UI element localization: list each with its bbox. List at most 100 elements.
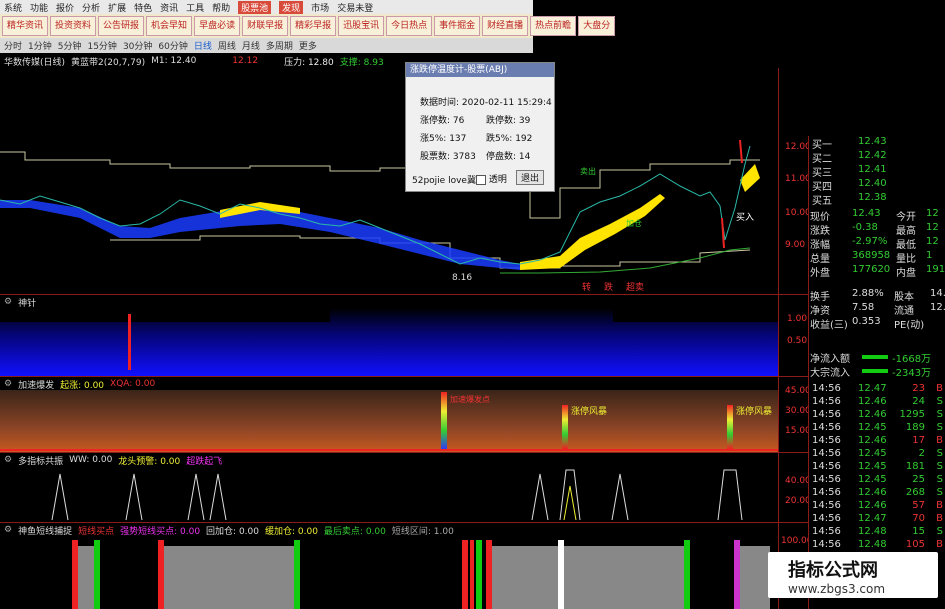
- stat-row: 总量 368958 量比 1: [808, 250, 945, 265]
- nav-button[interactable]: 精彩早报: [290, 16, 337, 36]
- tick-side: B: [936, 500, 943, 511]
- period-tab[interactable]: 更多: [299, 39, 317, 52]
- nav-button[interactable]: 热点前瞻: [530, 16, 577, 36]
- stat-val2: 12: [926, 222, 939, 233]
- period-tab[interactable]: 月线: [242, 39, 260, 52]
- tick-volume: 17: [912, 435, 925, 446]
- panel4-header: ⚙ 神鱼短线捕捉 短线买点 强势短线买点: 0.00 回加仓: 0.00 缓加仓…: [0, 524, 454, 537]
- bar-red-3: [462, 540, 468, 609]
- period-tab[interactable]: 1分钟: [28, 39, 52, 52]
- nav-button[interactable]: 公告研报: [98, 16, 145, 36]
- v1-value: 12.12: [232, 56, 259, 66]
- tick-time: 14:56: [812, 539, 841, 550]
- checkbox-box[interactable]: [476, 174, 486, 185]
- tick-volume: 189: [905, 422, 925, 433]
- period-tab[interactable]: 60分钟: [158, 39, 187, 52]
- tick-price: 12.48: [858, 526, 887, 537]
- menu-item[interactable]: 功能: [30, 1, 48, 14]
- nav-button[interactable]: 精华资讯: [2, 16, 49, 36]
- gear-icon[interactable]: ⚙: [4, 297, 12, 307]
- period-tab[interactable]: 30分钟: [123, 39, 152, 52]
- panel3-header: ⚙ 多指标共振 WW: 0.00 龙头预警: 0.00 超跌起飞: [0, 454, 222, 467]
- panel2-header: ⚙ 加速爆发 起涨: 0.00 XQA: 0.00: [0, 378, 156, 391]
- panel3-dragon: 龙头预警: 0.00: [118, 456, 181, 467]
- menu-item[interactable]: 特色: [134, 1, 152, 14]
- tick-row: 14:56 12.45 2 S: [808, 448, 945, 461]
- tick-time: 14:56: [812, 487, 841, 498]
- nav-button[interactable]: 财经直播: [482, 16, 529, 36]
- nav-button[interactable]: 早盘必读: [194, 16, 241, 36]
- menu-item[interactable]: 市场: [311, 1, 329, 14]
- stat-val: -2.97%: [852, 236, 888, 247]
- period-tab[interactable]: 日线: [194, 39, 212, 52]
- stat-key2: 最高: [896, 226, 916, 237]
- nav-button[interactable]: 财联早报: [242, 16, 289, 36]
- menu-item[interactable]: 分析: [82, 1, 100, 14]
- tick-price: 12.46: [858, 409, 887, 420]
- menu-item[interactable]: 交易未登: [337, 1, 373, 14]
- tick-volume: 24: [912, 396, 925, 407]
- bid-row: 买四 12.40: [808, 178, 945, 193]
- tick-price: 12.48: [858, 539, 887, 550]
- period-tab[interactable]: 5分钟: [58, 39, 82, 52]
- menu-item[interactable]: 工具: [186, 1, 204, 14]
- bid-label: 买一: [812, 140, 832, 151]
- stat-row: 现价 12.43 今开 12: [808, 208, 945, 223]
- tick-time: 14:56: [812, 461, 841, 472]
- bar-gray-2: [164, 546, 294, 609]
- menu-item[interactable]: 帮助: [212, 1, 230, 14]
- menu-item[interactable]: 发现: [279, 0, 304, 14]
- support-value: 支撑: 8.93: [339, 57, 384, 68]
- panel1-mask: [0, 308, 330, 322]
- tick-time: 14:56: [812, 422, 841, 433]
- gear-icon-2[interactable]: ⚙: [4, 379, 12, 389]
- stat2-key: 换手: [810, 292, 830, 303]
- panel2-label-2: 涨停风暴: [571, 407, 608, 417]
- gear-icon-3[interactable]: ⚙: [4, 455, 12, 465]
- exit-button[interactable]: 退出: [516, 170, 545, 185]
- red-candle-2: [721, 217, 725, 249]
- tick-side: S: [936, 487, 943, 498]
- panel2-xqa: XQA: 0.00: [110, 379, 156, 389]
- tick-side: S: [936, 422, 943, 433]
- tick-side: S: [936, 396, 943, 407]
- time-row: 数据时间: 2020-02-11 15:29:4: [420, 98, 552, 108]
- tick-side: S: [936, 448, 943, 459]
- menu-item[interactable]: 资讯: [160, 1, 178, 14]
- tick-row: 14:56 12.47 23 B: [808, 383, 945, 396]
- spike-6b: [563, 485, 577, 521]
- period-tab[interactable]: 多周期: [266, 39, 293, 52]
- tick-side: S: [936, 526, 943, 537]
- menu-item[interactable]: 扩展: [108, 1, 126, 14]
- menu-bar: 系统 功能 报价 分析 扩展 特色 资讯 工具 帮助 股票池 发现 市场 交易未登: [0, 0, 533, 14]
- nav-button[interactable]: 事件掘金: [434, 16, 481, 36]
- nav-button[interactable]: 今日热点: [386, 16, 433, 36]
- stat-key: 外盘: [810, 268, 830, 279]
- panel1-tick-2: 0.50: [787, 336, 808, 346]
- nav-button[interactable]: 大盘分: [578, 16, 616, 36]
- panel2-spike: [441, 392, 447, 450]
- stat-val2: 1: [926, 250, 933, 261]
- nav-button[interactable]: 机会早知: [146, 16, 193, 36]
- stat-row: 涨跌 -0.38 最高 12: [808, 222, 945, 237]
- menu-item[interactable]: 股票池: [238, 0, 272, 14]
- panel4-add1: 回加仓: 0.00: [206, 526, 259, 537]
- limit-down-row: 跌停数: 39: [486, 116, 531, 126]
- stat2-val2: 12.8: [930, 302, 945, 313]
- period-tab[interactable]: 15分钟: [87, 39, 116, 52]
- period-tab[interactable]: 周线: [218, 39, 236, 52]
- panel2-label-1: 加速爆发点: [450, 395, 490, 404]
- stat-val: 368958: [852, 250, 891, 261]
- tick-row: 14:56 12.46 268 S: [808, 487, 945, 500]
- tick-side: S: [936, 409, 943, 420]
- menu-item[interactable]: 系统: [4, 1, 22, 14]
- stat-val: 12.43: [852, 208, 881, 219]
- menu-item[interactable]: 报价: [56, 1, 74, 14]
- panel2-marker-1: [562, 405, 568, 449]
- gear-icon-4[interactable]: ⚙: [4, 525, 12, 535]
- tick-price: 12.47: [858, 383, 887, 394]
- period-tab[interactable]: 分时: [4, 39, 22, 52]
- nav-button[interactable]: 迅股宝讯: [338, 16, 385, 36]
- transparent-checkbox[interactable]: 透明: [476, 172, 507, 185]
- nav-button[interactable]: 投资资料: [50, 16, 97, 36]
